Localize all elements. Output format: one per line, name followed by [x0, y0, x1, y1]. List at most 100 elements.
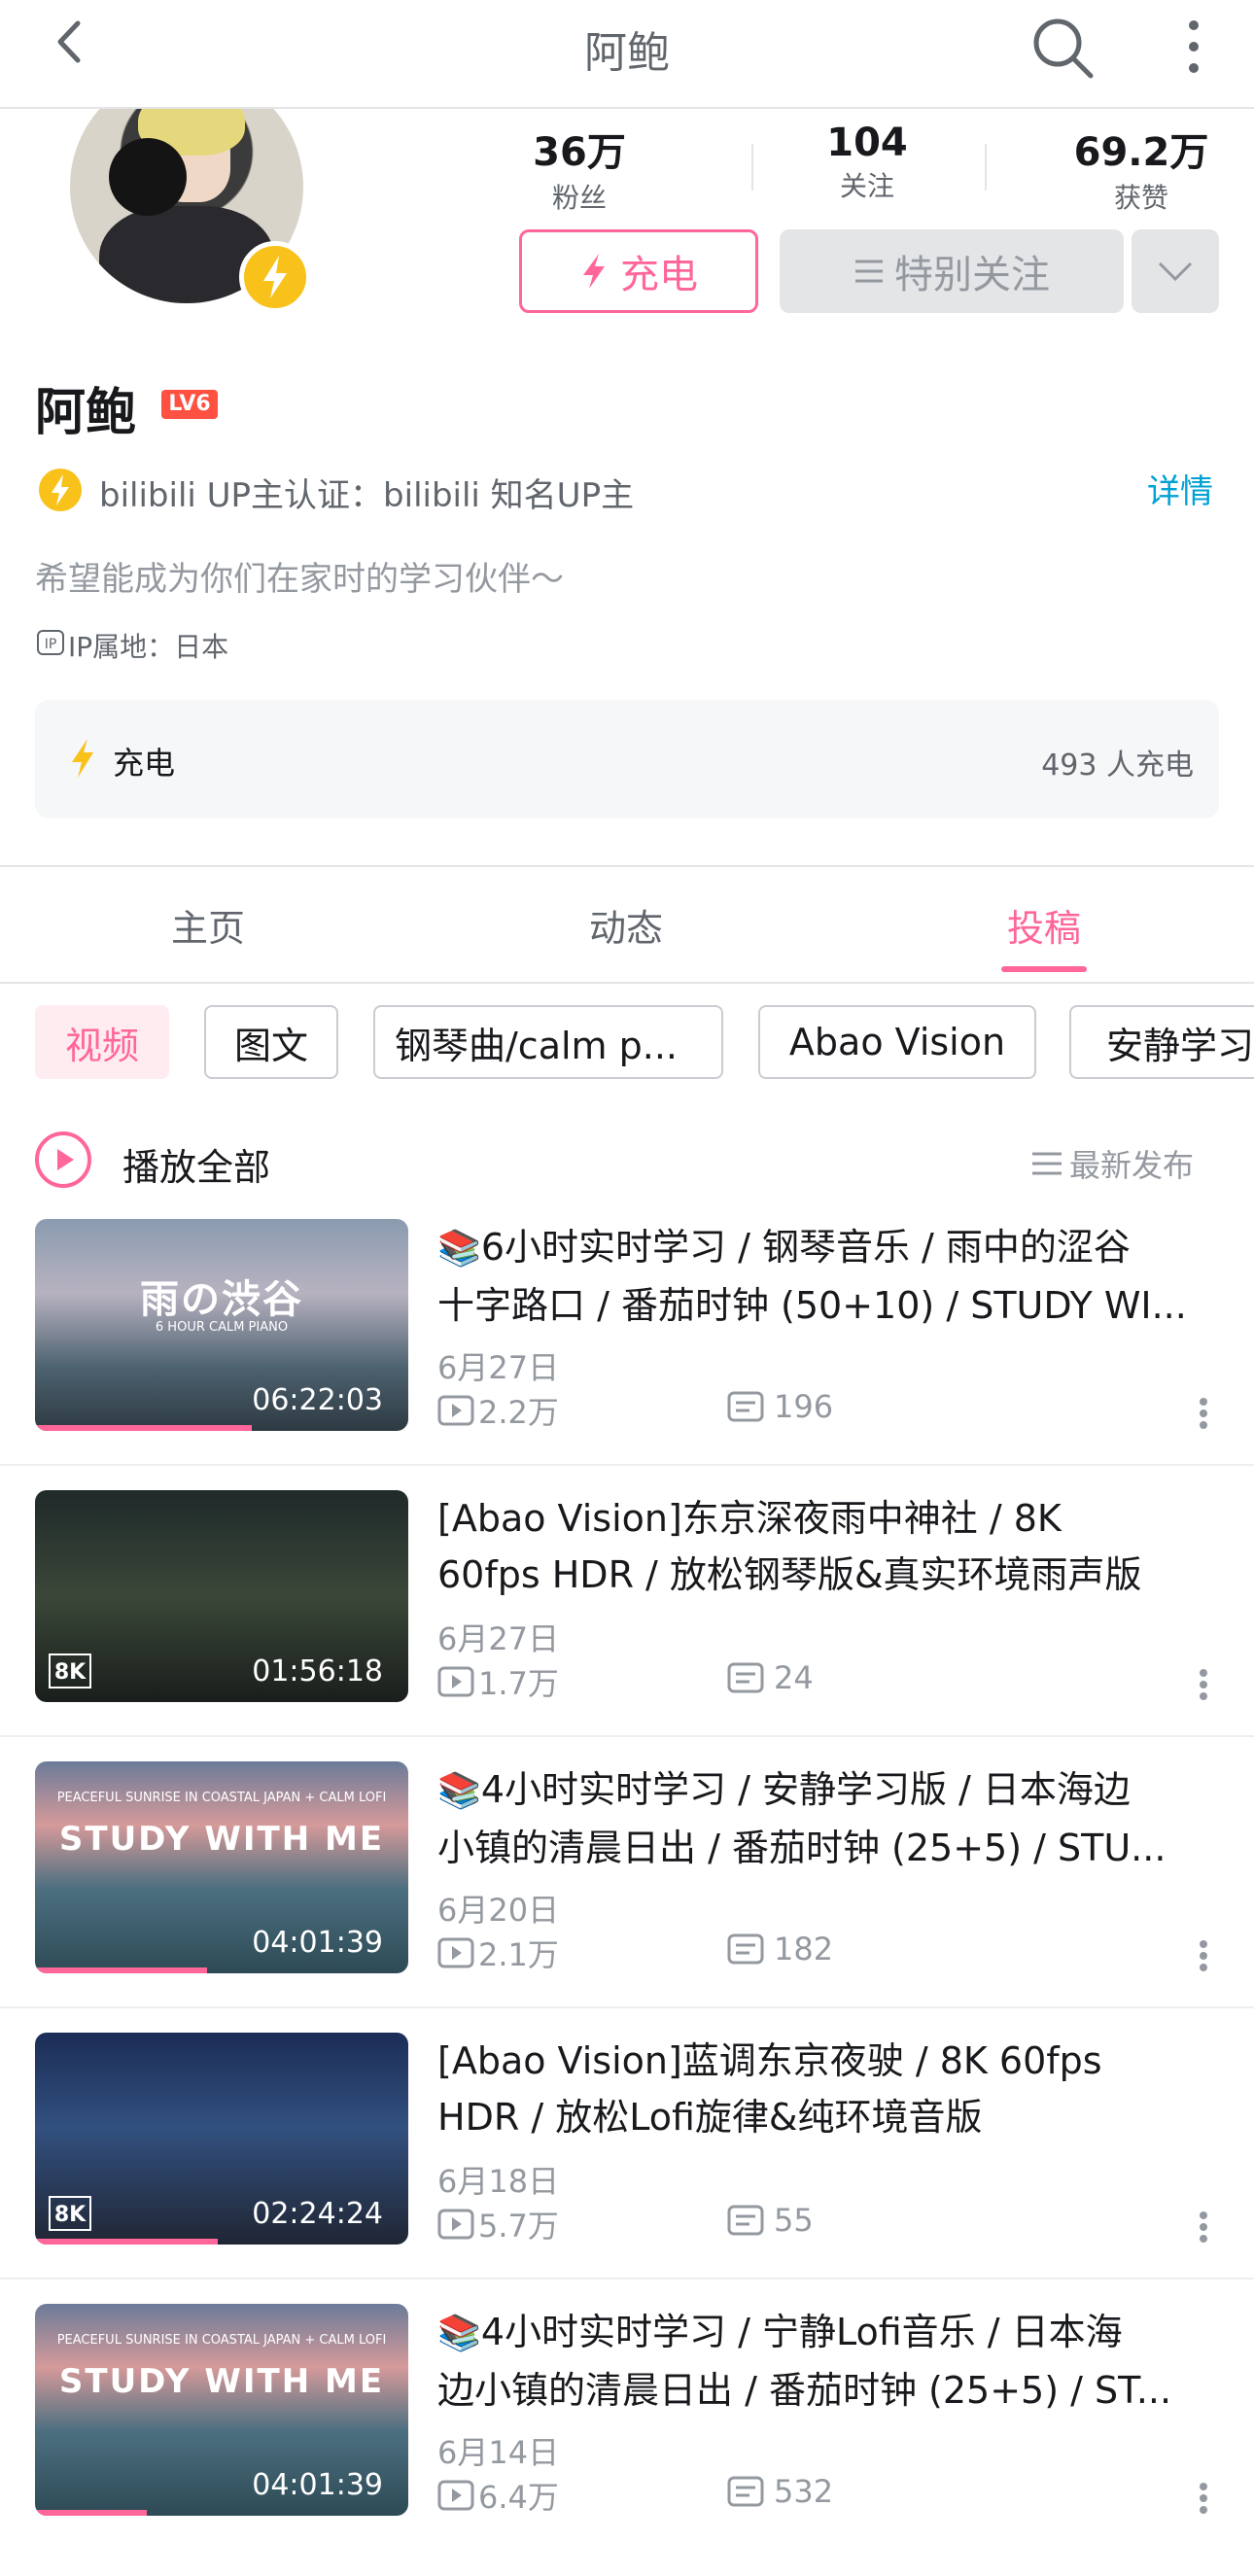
charge-badge-icon [239, 241, 311, 313]
play-all-icon[interactable] [35, 1131, 91, 1188]
tab-uploads[interactable]: 投稿 [918, 898, 1170, 952]
watch-progress [35, 2239, 219, 2245]
play-all-button[interactable]: 播放全部 [122, 1137, 270, 1191]
chip-quiet-study[interactable]: 安静学习 [1069, 1005, 1254, 1079]
book-icon: 📚 [437, 1229, 481, 1269]
video-title-line: 4小时实时学习 / 安静学习版 / 日本海边 [480, 1768, 1131, 1811]
level-badge: LV6 [161, 390, 218, 419]
divider [0, 982, 1254, 984]
video-more-icon[interactable] [1200, 1394, 1209, 1433]
play-count: 2.1万 [478, 1936, 559, 1973]
video-duration: 01:56:18 [252, 1654, 383, 1688]
stat-followers-value: 36万 [533, 130, 626, 175]
comment-count: 24 [774, 1659, 814, 1696]
video-thumbnail[interactable]: STUDY WITH ME PEACEFUL SUNRISE IN COASTAL… [35, 2304, 408, 2516]
chip-articles[interactable]: 图文 [204, 1005, 338, 1079]
video-thumbnail[interactable]: 雨の渋谷 6 HOUR CALM PIANO 06:22:03 [35, 1219, 408, 1431]
video-more-icon[interactable] [1200, 1936, 1209, 1975]
play-count: 6.4万 [478, 2479, 559, 2516]
stat-likes[interactable]: 69.2万 获赞 [1034, 121, 1248, 216]
video-duration: 04:01:39 [252, 2468, 383, 2502]
video-item[interactable]: 8K 01:56:18 [Abao Vision]东京深夜雨中神社 / 8K 60fp… [0, 1490, 1254, 1762]
tab-dynamics[interactable]: 动态 [500, 898, 752, 952]
follow-dropdown-button[interactable] [1132, 229, 1219, 313]
active-tab-indicator [1001, 966, 1087, 972]
avatar-plush [109, 138, 187, 216]
stat-following[interactable]: 104 关注 [760, 121, 974, 204]
play-count-icon [437, 2209, 474, 2240]
user-name: 阿鲍 [35, 384, 137, 442]
video-thumbnail[interactable]: STUDY WITH ME PEACEFUL SUNRISE IN COASTAL… [35, 1761, 408, 1973]
danmaku-icon [727, 2205, 764, 2236]
stat-followers[interactable]: 36万 粉丝 [472, 121, 686, 216]
comment-count: 182 [774, 1931, 834, 1967]
thumbnail-title: 雨の渋谷 [140, 1277, 303, 1322]
video-item[interactable]: STUDY WITH ME PEACEFUL SUNRISE IN COASTAL… [0, 2304, 1254, 2576]
video-title-line: 60fps HDR / 放松钢琴版&真实环境雨声版 [437, 1553, 1142, 1596]
play-count-icon [437, 1666, 474, 1697]
thumbnail-title: STUDY WITH ME [58, 1820, 385, 1859]
video-more-icon[interactable] [1200, 2479, 1209, 2518]
comment-count: 532 [774, 2473, 834, 2510]
video-title[interactable]: 📚4小时实时学习 / 宁静Lofi音乐 / 日本海 边小镇的清晨日出 / 番茄时钟… [437, 2304, 1225, 2419]
more-vertical-icon[interactable] [1174, 17, 1213, 76]
play-count: 2.2万 [478, 1394, 559, 1431]
special-follow-button[interactable]: 特别关注 [780, 229, 1124, 313]
sort-label: 最新发布 [1069, 1147, 1195, 1184]
thumbnail-subtitle: PEACEFUL SUNRISE IN COASTAL JAPAN + CALM… [56, 2333, 387, 2348]
chip-video[interactable]: 视频 [35, 1005, 169, 1079]
video-title[interactable]: [Abao Vision]蓝调东京夜驶 / 8K 60fps HDR / 放松Lo… [437, 2033, 1225, 2145]
8k-badge: 8K [49, 1654, 91, 1688]
video-more-icon[interactable] [1200, 1665, 1209, 1704]
video-date: 6月27日 [437, 1349, 560, 1386]
video-title[interactable]: [Abao Vision]东京深夜雨中神社 / 8K 60fps HDR / 放松… [437, 1490, 1225, 1603]
watch-progress [35, 2510, 148, 2516]
video-item[interactable]: STUDY WITH ME PEACEFUL SUNRISE IN COASTAL… [0, 1761, 1254, 2034]
video-title-line: 小镇的清晨日出 / 番茄时钟 (25+5) / STU... [437, 1827, 1167, 1869]
thumbnail-subtitle: PEACEFUL SUNRISE IN COASTAL JAPAN + CALM… [56, 1791, 387, 1805]
video-more-icon[interactable] [1200, 2208, 1209, 2246]
play-count-icon [437, 1937, 474, 1968]
video-thumbnail[interactable]: 8K 01:56:18 [35, 1490, 408, 1702]
watch-progress [35, 1425, 252, 1431]
video-title-line: 4小时实时学习 / 宁静Lofi音乐 / 日本海 [480, 2311, 1123, 2353]
stat-divider [985, 144, 987, 191]
video-title-line: 十字路口 / 番茄时钟 (50+10) / STUDY WI... [437, 1284, 1187, 1327]
book-icon: 📚 [437, 1771, 481, 1811]
ip-location: IP属地：日本 [68, 631, 229, 663]
top-bar: 阿鲍 [0, 0, 1254, 109]
video-item[interactable]: 雨の渋谷 6 HOUR CALM PIANO 06:22:03 📚6小时实时学习 / … [0, 1219, 1254, 1491]
video-comments: 182 [727, 1931, 833, 1967]
divider [0, 865, 1254, 867]
video-comments: 55 [727, 2202, 814, 2239]
8k-badge: 8K [49, 2196, 91, 2231]
video-comments: 532 [727, 2473, 833, 2510]
video-item[interactable]: 8K 02:24:24 [Abao Vision]蓝调东京夜驶 / 8K 60fps… [0, 2033, 1254, 2305]
comment-count: 196 [774, 1388, 834, 1425]
video-plays: 2.1万 [437, 1931, 559, 1975]
details-link[interactable]: 详情 [1147, 465, 1213, 512]
special-follow-label: 特别关注 [894, 253, 1050, 297]
video-title[interactable]: 📚6小时实时学习 / 钢琴音乐 / 雨中的涩谷 十字路口 / 番茄时钟 (50+1… [437, 1219, 1225, 1334]
thumbnail-subtitle: 6 HOUR CALM PIANO [155, 1320, 289, 1335]
video-title[interactable]: 📚4小时实时学习 / 安静学习版 / 日本海边小镇的清晨日出 / 番茄时钟 (2… [437, 1761, 1225, 1876]
charge-button[interactable]: 充电 [519, 229, 758, 313]
charge-card[interactable]: 充电 493 人充电 [35, 700, 1219, 818]
chip-abao-vision[interactable]: Abao Vision [758, 1005, 1036, 1079]
watch-progress [35, 1967, 207, 1973]
user-signature: 希望能成为你们在家时的学习伙伴～ [35, 560, 564, 599]
stat-following-value: 104 [826, 121, 908, 165]
play-count: 5.7万 [478, 2208, 559, 2245]
search-icon[interactable] [1028, 14, 1097, 82]
sort-button[interactable]: 最新发布 [1032, 1141, 1194, 1186]
video-duration: 06:22:03 [252, 1383, 383, 1417]
thumbnail-title: STUDY WITH ME [58, 2362, 385, 2401]
video-comments: 24 [727, 1659, 814, 1696]
video-date: 6月20日 [437, 1892, 560, 1929]
tab-home[interactable]: 主页 [82, 898, 334, 952]
video-title-line: [Abao Vision]蓝调东京夜驶 / 8K 60fps [437, 2039, 1102, 2082]
video-thumbnail[interactable]: 8K 02:24:24 [35, 2033, 408, 2245]
chip-piano[interactable]: 钢琴曲/calm p... [373, 1005, 723, 1079]
stat-following-label: 关注 [839, 170, 894, 202]
divider [0, 1464, 1254, 1466]
